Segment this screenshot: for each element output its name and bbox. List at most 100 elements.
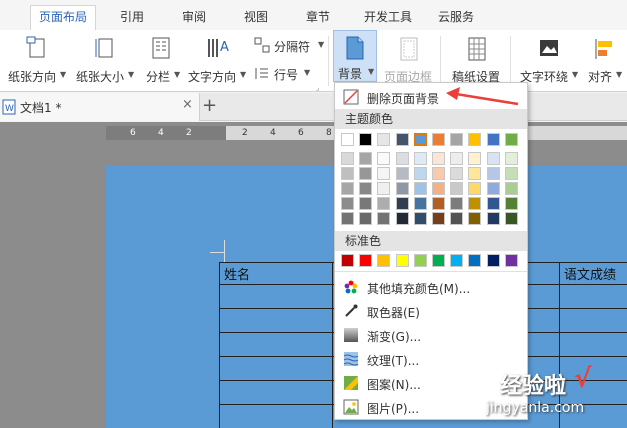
color-swatch[interactable] <box>468 167 482 180</box>
color-swatch[interactable] <box>341 133 354 146</box>
color-swatch[interactable] <box>341 152 354 165</box>
color-swatch[interactable] <box>504 152 518 165</box>
line-number-button[interactable]: 行号 ▼ <box>254 64 310 84</box>
color-swatch[interactable] <box>413 167 427 180</box>
color-swatch[interactable] <box>504 133 518 146</box>
color-swatch[interactable] <box>359 152 373 165</box>
paper-size-button[interactable]: 纸张大小 ▼ <box>76 34 138 88</box>
color-swatch[interactable] <box>395 133 409 146</box>
background-button[interactable]: 背景 ▼ <box>333 30 377 82</box>
tab-chapter[interactable]: 章节 <box>298 6 338 30</box>
color-swatch[interactable] <box>377 133 391 146</box>
color-swatch[interactable] <box>359 197 373 210</box>
standard-color-swatch[interactable] <box>413 254 427 267</box>
color-swatch[interactable] <box>377 182 391 195</box>
svg-text:A: A <box>220 40 229 55</box>
gradient-label: 渐变(G)... <box>367 330 422 344</box>
color-swatch[interactable] <box>395 182 409 195</box>
color-swatch[interactable] <box>377 152 391 165</box>
color-swatch[interactable] <box>468 152 482 165</box>
color-swatch[interactable] <box>413 152 427 165</box>
color-swatch[interactable] <box>341 212 354 225</box>
color-swatch[interactable] <box>395 197 409 210</box>
color-swatch[interactable] <box>468 197 482 210</box>
color-swatch[interactable] <box>486 182 500 195</box>
color-swatch[interactable] <box>468 133 482 146</box>
text-direction-button[interactable]: A 文字方向 ▼ <box>188 34 250 88</box>
color-picker-item[interactable]: 取色器(E) <box>335 299 527 323</box>
color-swatch[interactable] <box>413 133 427 146</box>
paper-direction-button[interactable]: 纸张方向 ▼ <box>8 34 68 88</box>
text-wrap-button[interactable]: 文字环绕 ▼ <box>518 34 580 88</box>
gradient-item[interactable]: 渐变(G)... <box>335 323 527 347</box>
tab-page-layout[interactable]: 页面布局 <box>30 5 97 30</box>
color-swatch[interactable] <box>341 197 354 210</box>
color-swatch[interactable] <box>395 167 409 180</box>
color-swatch[interactable] <box>359 212 373 225</box>
color-swatch[interactable] <box>395 212 409 225</box>
document-tab[interactable]: W 文档1 * × <box>0 93 200 121</box>
new-tab-button[interactable]: + <box>202 95 217 116</box>
paper-direction-icon <box>26 36 45 58</box>
page-border-button[interactable]: 页面边框 <box>382 34 434 88</box>
tab-developer[interactable]: 开发工具 <box>356 6 420 30</box>
color-swatch[interactable] <box>432 197 445 210</box>
color-swatch[interactable] <box>450 167 464 180</box>
color-swatch[interactable] <box>359 167 373 180</box>
color-swatch[interactable] <box>432 212 445 225</box>
color-swatch[interactable] <box>450 197 464 210</box>
paper-setup-button[interactable]: 稿纸设置 <box>448 34 504 88</box>
standard-color-swatch[interactable] <box>377 254 391 267</box>
standard-color-swatch[interactable] <box>486 254 500 267</box>
color-swatch[interactable] <box>450 152 464 165</box>
columns-button[interactable]: 分栏 ▼ <box>146 34 184 88</box>
color-swatch[interactable] <box>359 182 373 195</box>
color-swatch[interactable] <box>413 197 427 210</box>
color-swatch[interactable] <box>504 197 518 210</box>
color-swatch[interactable] <box>395 152 409 165</box>
color-swatch[interactable] <box>468 182 482 195</box>
standard-color-swatch[interactable] <box>468 254 482 267</box>
color-swatch[interactable] <box>341 167 354 180</box>
tab-references[interactable]: 引用 <box>112 6 152 30</box>
color-swatch[interactable] <box>468 212 482 225</box>
standard-color-swatch[interactable] <box>432 254 445 267</box>
color-swatch[interactable] <box>377 212 391 225</box>
color-swatch[interactable] <box>486 167 500 180</box>
color-swatch[interactable] <box>450 133 464 146</box>
color-swatch[interactable] <box>450 182 464 195</box>
standard-color-swatch[interactable] <box>504 254 518 267</box>
close-icon[interactable]: × <box>182 97 193 112</box>
separator-button[interactable]: 分隔符 ▼ <box>254 36 324 56</box>
color-swatch[interactable] <box>432 167 445 180</box>
color-swatch[interactable] <box>486 197 500 210</box>
color-swatch[interactable] <box>450 212 464 225</box>
color-swatch[interactable] <box>432 152 445 165</box>
color-swatch[interactable] <box>486 133 500 146</box>
color-swatch[interactable] <box>432 182 445 195</box>
standard-color-swatch[interactable] <box>450 254 464 267</box>
standard-color-swatch[interactable] <box>395 254 409 267</box>
color-swatch[interactable] <box>413 182 427 195</box>
tab-review[interactable]: 审阅 <box>174 6 214 30</box>
tab-cloud-service[interactable]: 云服务 <box>430 6 482 30</box>
more-fill-colors-item[interactable]: 其他填充颜色(M)... <box>335 275 527 299</box>
color-wheel-icon <box>344 280 358 294</box>
color-swatch[interactable] <box>359 133 373 146</box>
standard-color-swatch[interactable] <box>341 254 354 267</box>
tab-view[interactable]: 视图 <box>236 6 276 30</box>
color-swatch[interactable] <box>413 212 427 225</box>
color-swatch[interactable] <box>377 167 391 180</box>
color-swatch[interactable] <box>486 212 500 225</box>
color-swatch[interactable] <box>341 182 354 195</box>
dialog-launcher-icon[interactable]: ⌟ <box>316 84 319 92</box>
color-swatch[interactable] <box>504 182 518 195</box>
color-swatch[interactable] <box>504 167 518 180</box>
color-swatch[interactable] <box>486 152 500 165</box>
align-label: 对齐 <box>588 70 613 84</box>
color-swatch[interactable] <box>377 197 391 210</box>
color-swatch[interactable] <box>504 212 518 225</box>
color-swatch[interactable] <box>432 133 445 146</box>
align-button[interactable]: 对齐 ▼ <box>588 34 626 88</box>
standard-color-swatch[interactable] <box>359 254 373 267</box>
